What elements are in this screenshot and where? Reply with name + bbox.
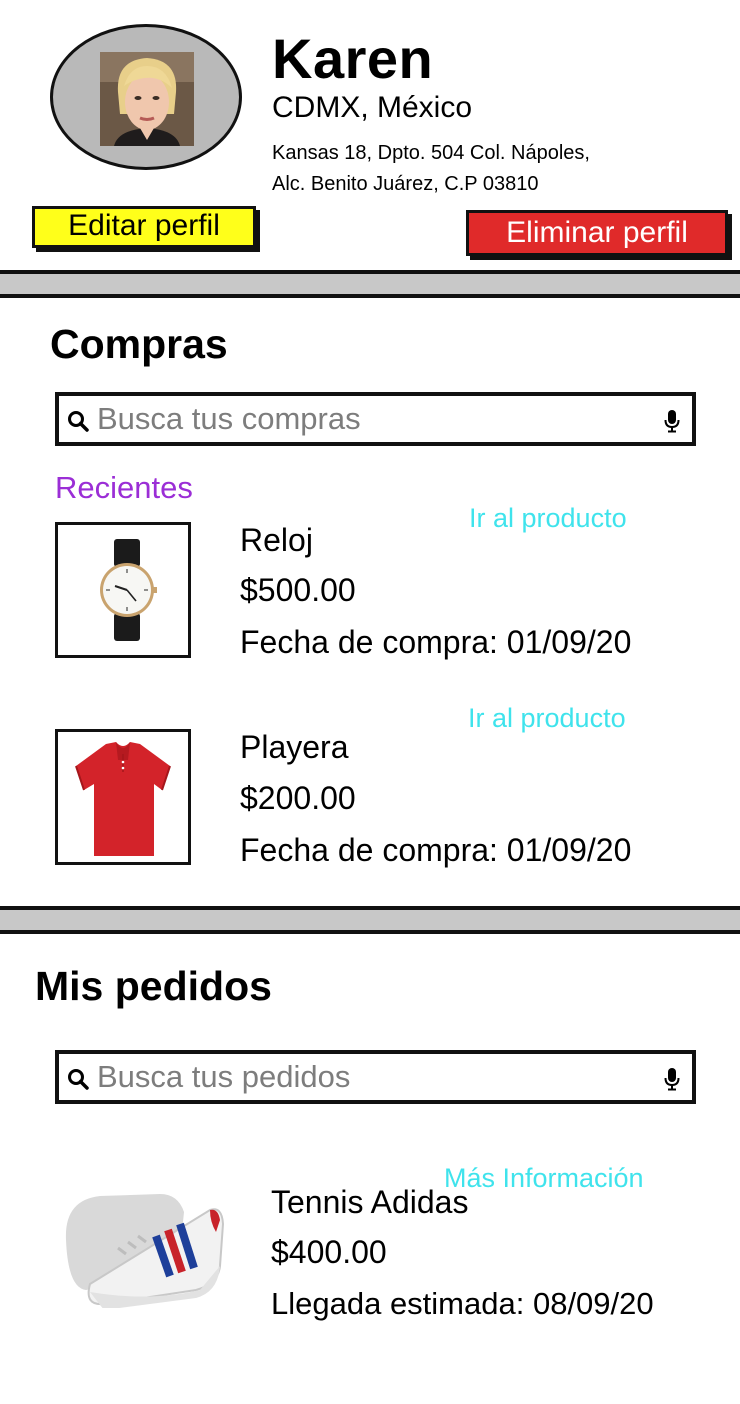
purchases-search-bar	[55, 392, 696, 446]
avatar-photo	[100, 52, 194, 146]
recent-label: Recientes	[55, 470, 193, 505]
microphone-icon[interactable]	[664, 1067, 680, 1091]
edit-profile-button[interactable]: Editar perfil	[32, 206, 256, 248]
order-item-name: Tennis Adidas	[271, 1184, 469, 1220]
section-divider	[0, 270, 740, 298]
orders-title: Mis pedidos	[35, 963, 272, 1009]
orders-search-bar	[55, 1050, 696, 1104]
purchase-item-name: Playera	[240, 729, 349, 765]
purchases-title: Compras	[50, 321, 228, 367]
order-arrival-date: Llegada estimada: 08/09/20	[271, 1286, 654, 1321]
purchase-item-date: Fecha de compra: 01/09/20	[240, 832, 632, 868]
address-line-2: Alc. Benito Juárez, C.P 03810	[272, 173, 539, 195]
section-divider	[0, 906, 740, 934]
profile-name: Karen	[272, 27, 434, 90]
profile-address: Kansas 18, Dpto. 504 Col. Nápoles, Alc. …	[272, 138, 712, 200]
more-info-link[interactable]: Más Información	[444, 1162, 644, 1194]
order-item-price: $400.00	[271, 1234, 387, 1270]
tshirt-icon	[75, 742, 171, 856]
purchase-item-price: $200.00	[240, 780, 356, 816]
profile-city: CDMX, México	[272, 91, 473, 124]
go-to-product-link[interactable]: Ir al producto	[468, 702, 626, 734]
delete-profile-button[interactable]: Eliminar perfil	[466, 210, 728, 256]
search-icon	[68, 411, 89, 432]
purchase-thumbnail-tshirt[interactable]	[55, 729, 191, 865]
order-thumbnail-sneaker[interactable]	[60, 1192, 226, 1310]
search-icon	[68, 1069, 89, 1090]
watch-icon	[100, 539, 157, 641]
purchase-item-date: Fecha de compra: 01/09/20	[240, 624, 632, 660]
sneaker-icon	[65, 1194, 225, 1310]
orders-search-input[interactable]	[97, 1058, 647, 1096]
address-line-1: Kansas 18, Dpto. 504 Col. Nápoles,	[272, 142, 590, 164]
avatar[interactable]	[100, 52, 194, 146]
purchase-item-price: $500.00	[240, 572, 356, 608]
purchases-search-input[interactable]	[97, 400, 647, 438]
go-to-product-link[interactable]: Ir al producto	[469, 502, 627, 534]
purchase-thumbnail-watch[interactable]	[55, 522, 191, 658]
purchase-item-name: Reloj	[240, 522, 313, 558]
microphone-icon[interactable]	[664, 409, 680, 433]
